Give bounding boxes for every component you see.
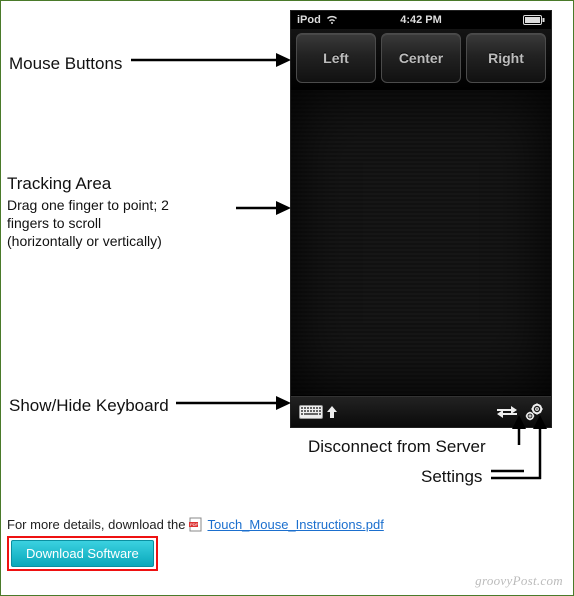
tracking-area[interactable] — [291, 89, 551, 396]
arrow-keyboard — [176, 391, 291, 415]
right-mouse-button[interactable]: Right — [466, 33, 546, 83]
keyboard-toggle-button[interactable] — [299, 405, 337, 419]
label-tracking-sub: Drag one finger to point; 2 fingers to s… — [7, 196, 237, 251]
label-mouse-buttons: Mouse Buttons — [9, 54, 122, 74]
mouse-buttons-row: Left Center Right — [291, 29, 551, 89]
watermark: groovyPost.com — [475, 573, 563, 589]
arrow-settings-elbow — [491, 471, 541, 485]
label-keyboard: Show/Hide Keyboard — [9, 396, 169, 416]
label-settings: Settings — [421, 467, 482, 487]
details-line: For more details, download the PDF Touch… — [7, 517, 384, 532]
label-disconnect: Disconnect from Server — [308, 437, 486, 457]
arrow-up-icon — [327, 406, 337, 418]
arrow-mouse-buttons — [131, 48, 291, 72]
ipod-screen: iPod 4:42 PM Left Center Right — [290, 10, 552, 428]
details-prefix: For more details, download the — [7, 517, 185, 532]
label-tracking-title: Tracking Area — [7, 174, 237, 194]
clock-label: 4:42 PM — [291, 14, 551, 26]
arrow-settings — [528, 415, 552, 479]
battery-icon — [523, 15, 545, 25]
download-software-button[interactable]: Download Software — [11, 540, 154, 567]
pdf-link[interactable]: Touch_Mouse_Instructions.pdf — [207, 517, 383, 532]
arrow-tracking — [236, 196, 291, 220]
center-mouse-button[interactable]: Center — [381, 33, 461, 83]
label-tracking-area: Tracking Area Drag one finger to point; … — [7, 174, 237, 251]
download-highlight: Download Software — [7, 536, 158, 571]
left-mouse-button[interactable]: Left — [296, 33, 376, 83]
status-bar: iPod 4:42 PM — [291, 11, 551, 29]
svg-text:PDF: PDF — [190, 522, 199, 527]
keyboard-icon — [299, 405, 323, 419]
pdf-icon: PDF — [189, 517, 203, 532]
